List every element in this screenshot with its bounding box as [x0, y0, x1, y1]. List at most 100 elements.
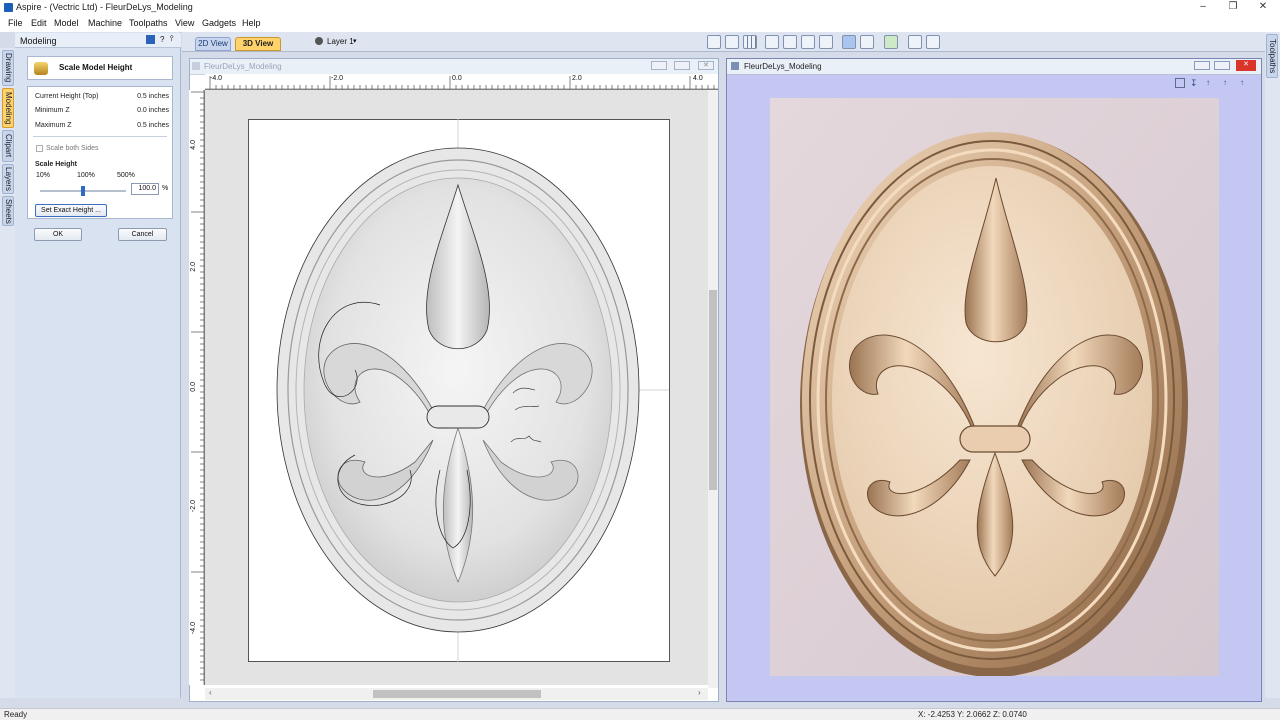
- slider-tick-10: 10%: [36, 172, 51, 179]
- 2d-view-title: FleurDeLys_Modeling: [204, 62, 282, 71]
- tab-layers[interactable]: Layers: [2, 164, 14, 194]
- help-icon[interactable]: ?: [160, 35, 164, 44]
- split-view-icon[interactable]: [908, 35, 922, 49]
- menu-machine[interactable]: Machine: [88, 18, 122, 28]
- ruler-left-label: -2.0: [190, 500, 197, 513]
- form-body: [27, 86, 173, 219]
- panel-header: Modeling ? ⫯: [15, 33, 181, 48]
- ruler-top-label: 0.0: [452, 75, 462, 82]
- doc-icon: [192, 62, 200, 70]
- menu-model[interactable]: Model: [54, 18, 79, 28]
- ruler-top-label: -4.0: [210, 75, 223, 82]
- scale-both-sides-label: Scale both Sides: [46, 145, 99, 152]
- ruler-top: -4.0 -2.0 0.0 2.0 4.0: [205, 74, 718, 90]
- divider: [33, 136, 167, 137]
- ok-button[interactable]: OK: [34, 228, 82, 241]
- slider-tick-500: 500%: [117, 172, 135, 179]
- layer-icon: [315, 37, 323, 45]
- 3d-view-title: FleurDeLys_Modeling: [744, 62, 822, 71]
- right-vertical-tabs: Toolpaths: [1265, 32, 1280, 698]
- 2d-minimize-button[interactable]: [651, 61, 667, 70]
- tile-view-icon[interactable]: [926, 35, 940, 49]
- scale-slider-thumb[interactable]: [81, 186, 85, 196]
- dock-icon[interactable]: [146, 35, 155, 44]
- tab-toolpaths[interactable]: Toolpaths: [1266, 34, 1278, 78]
- zoom-out-icon[interactable]: [819, 35, 833, 49]
- select-icon[interactable]: [842, 35, 856, 49]
- min-z-value: 0.0 inches: [137, 107, 169, 114]
- 3d-maximize-button[interactable]: [1214, 61, 1230, 70]
- menu-bar: File Edit Model Machine Toolpaths View G…: [0, 15, 1280, 32]
- current-height-value: 0.5 inches: [137, 93, 169, 100]
- scale-value-input[interactable]: 100.0: [131, 183, 159, 195]
- horizontal-scroll-thumb[interactable]: [373, 690, 541, 698]
- scroll-left-icon[interactable]: ‹: [209, 688, 212, 697]
- tab-sheets[interactable]: Sheets: [2, 196, 14, 226]
- scale-both-sides-checkbox[interactable]: [36, 145, 43, 152]
- zoom-in-icon[interactable]: [801, 35, 815, 49]
- menu-view[interactable]: View: [175, 18, 194, 28]
- 3d-close-button[interactable]: ✕: [1236, 60, 1256, 71]
- view-iso-icon[interactable]: ↧: [1190, 78, 1202, 88]
- minimize-button[interactable]: –: [1188, 0, 1218, 15]
- app-icon: [4, 3, 13, 12]
- status-text: Ready: [4, 710, 28, 719]
- status-bar: Ready X: -2.4253 Y: 2.0662 Z: 0.0740: [0, 708, 1280, 720]
- tab-3d-view[interactable]: 3D View: [235, 37, 281, 51]
- ruler-left-label: 2.0: [190, 262, 197, 272]
- ruler-left-label: -4.0: [190, 622, 197, 635]
- snap-grid-icon[interactable]: [725, 35, 739, 49]
- pin-icon[interactable]: ⫯: [170, 34, 173, 44]
- chevron-down-icon[interactable]: ▾: [353, 37, 357, 45]
- scroll-right-icon[interactable]: ›: [698, 688, 701, 697]
- scale-height-icon: [34, 62, 48, 75]
- horizontal-scrollbar[interactable]: ‹ ›: [205, 688, 708, 700]
- vertical-scrollbar[interactable]: [708, 90, 718, 688]
- menu-gadgets[interactable]: Gadgets: [202, 18, 236, 28]
- current-height-label: Current Height (Top): [35, 93, 99, 100]
- vertical-scroll-thumb[interactable]: [709, 290, 717, 490]
- 2d-close-button[interactable]: ✕: [698, 61, 714, 70]
- layer-dropdown[interactable]: Layer 1: [327, 37, 354, 46]
- percent-label: %: [162, 185, 169, 192]
- shield-icon[interactable]: [884, 35, 898, 49]
- grid-icon[interactable]: [743, 35, 757, 49]
- pan-icon[interactable]: [765, 35, 779, 49]
- tab-clipart[interactable]: Clipart: [2, 130, 14, 162]
- max-z-label: Maximum Z: [35, 122, 72, 129]
- ruler-top-label: 2.0: [572, 75, 582, 82]
- menu-file[interactable]: File: [8, 18, 23, 28]
- 3d-view-caption: FleurDeLys_Modeling: [727, 59, 1261, 75]
- 2d-design-drawing[interactable]: [205, 90, 708, 685]
- transform-icon[interactable]: [860, 35, 874, 49]
- view-z-icon[interactable]: ↑: [1206, 78, 1218, 88]
- close-button[interactable]: ✕: [1248, 0, 1278, 15]
- menu-toolpaths[interactable]: Toolpaths: [129, 18, 168, 28]
- min-z-label: Minimum Z: [35, 107, 70, 114]
- slider-tick-100: 100%: [77, 172, 95, 179]
- maximize-button[interactable]: ❐: [1218, 0, 1248, 15]
- left-vertical-tabs: Drawing Modeling Clipart Layers Sheets: [0, 48, 15, 698]
- tab-drawing[interactable]: Drawing: [2, 50, 14, 86]
- panel-title: Modeling: [20, 36, 57, 46]
- menu-edit[interactable]: Edit: [31, 18, 47, 28]
- cancel-button[interactable]: Cancel: [118, 228, 167, 241]
- 2d-maximize-button[interactable]: [674, 61, 690, 70]
- tab-2d-view[interactable]: 2D View: [195, 37, 231, 51]
- title-bar: Aspire - (Vectric Ltd) - FleurDeLys_Mode…: [0, 0, 1280, 15]
- 2d-view-caption: FleurDeLys_Modeling: [190, 59, 718, 75]
- 3d-minimize-button[interactable]: [1194, 61, 1210, 70]
- menu-help[interactable]: Help: [242, 18, 261, 28]
- zoom-box-icon[interactable]: [707, 35, 721, 49]
- window-title: Aspire - (Vectric Ltd) - FleurDeLys_Mode…: [16, 2, 193, 12]
- ruler-top-label: -2.0: [331, 75, 344, 82]
- set-exact-height-button[interactable]: Set Exact Height ...: [35, 204, 107, 217]
- view-y-icon[interactable]: ↑: [1240, 78, 1252, 88]
- view-x-icon[interactable]: ↑: [1223, 78, 1235, 88]
- 3d-render[interactable]: [770, 98, 1219, 676]
- zoom-extents-icon[interactable]: [783, 35, 797, 49]
- tab-modeling[interactable]: Modeling: [2, 88, 14, 128]
- view-fit-icon[interactable]: [1175, 78, 1185, 88]
- ruler-top-label: 4.0: [693, 75, 703, 82]
- doc-icon: [731, 62, 739, 70]
